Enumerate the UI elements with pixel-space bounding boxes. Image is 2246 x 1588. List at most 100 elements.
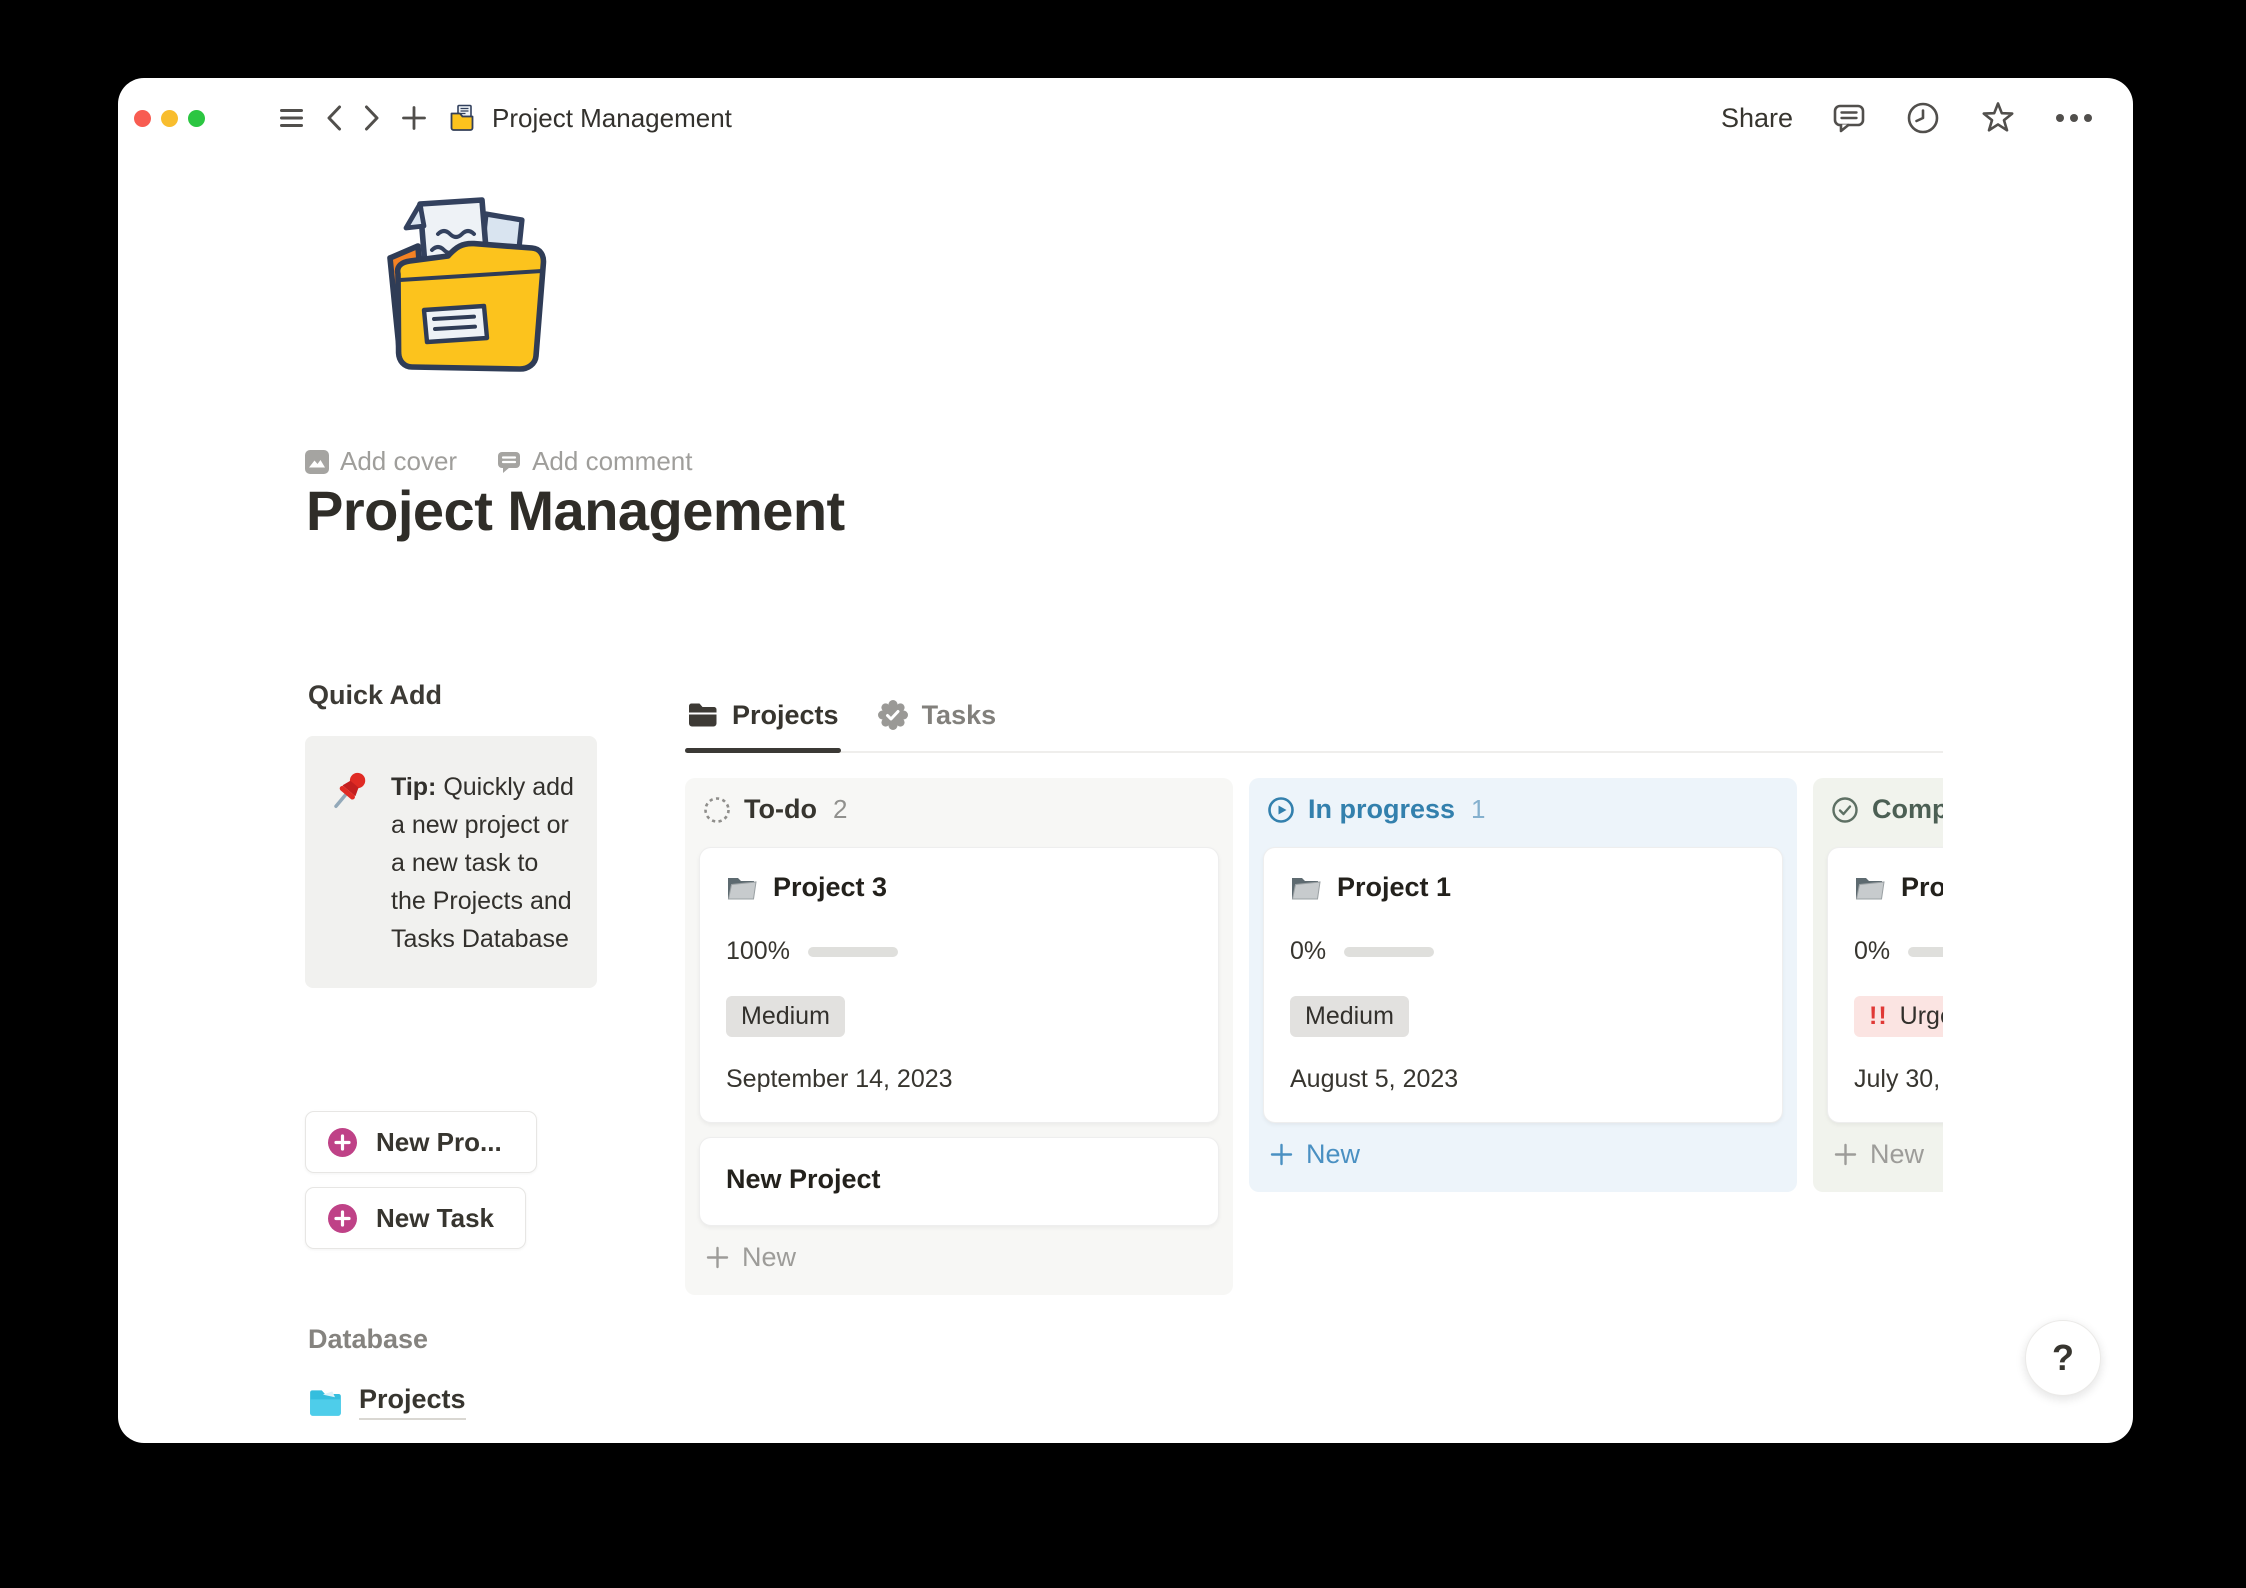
titlebar-actions: Share	[1721, 100, 2133, 136]
progress-label: 0%	[1854, 937, 1891, 965]
pushpin-icon	[329, 768, 375, 814]
add-comment-label: Add comment	[532, 446, 693, 476]
page-folder-icon	[448, 103, 478, 133]
priority-badge-urgent[interactable]: !! Urgen	[1854, 996, 1943, 1037]
card-project-3[interactable]: Project 3 100% Medium September 14, 2023	[699, 847, 1219, 1123]
plus-circle-icon	[328, 1203, 357, 1233]
app-window: Project Management Share Add cover Add c…	[118, 78, 2133, 1443]
card-new-project[interactable]: New Project	[699, 1137, 1219, 1226]
column-header-in-progress[interactable]: In progress 1	[1267, 794, 1779, 825]
column-count: 1	[1471, 794, 1486, 824]
add-card-button-completed[interactable]: New	[1833, 1139, 1943, 1170]
back-icon[interactable]	[326, 105, 342, 131]
more-icon[interactable]	[2055, 113, 2093, 123]
column-title: Compl	[1872, 794, 1943, 824]
hamburger-icon[interactable]	[279, 107, 304, 129]
forward-icon[interactable]	[364, 105, 380, 131]
gray-folder-icon	[1855, 877, 1885, 899]
tip-bold: Tip:	[391, 773, 437, 801]
card-date: July 30, 2	[1854, 1065, 1943, 1093]
progress-row: 0%	[1290, 937, 1756, 966]
traffic-lights	[134, 109, 205, 127]
board-column-in-progress: In progress 1 Project 1 0% Medium August…	[1249, 778, 1797, 1192]
card-project-1[interactable]: Project 1 0% Medium August 5, 2023	[1263, 847, 1783, 1123]
column-header-completed[interactable]: Compl	[1831, 794, 1943, 825]
tip-text: Tip: Quickly add a new project or a new …	[391, 768, 579, 958]
priority-badge[interactable]: Medium	[726, 996, 845, 1037]
close-window-button[interactable]	[134, 109, 151, 127]
progress-label: 0%	[1290, 937, 1327, 965]
tab-projects[interactable]: Projects	[685, 693, 841, 753]
image-icon	[305, 449, 329, 474]
plus-circle-icon	[328, 1127, 357, 1157]
clock-icon[interactable]	[1905, 100, 1941, 136]
plus-icon	[706, 1246, 729, 1269]
board-column-completed: Compl Proje 0% !!	[1813, 778, 1943, 1192]
progress-row: 100%	[726, 937, 1192, 966]
comment-icon	[498, 451, 521, 473]
column-title: In progress	[1308, 794, 1456, 824]
page-actions: Add cover Add comment	[305, 446, 692, 477]
zoom-window-button[interactable]	[188, 109, 205, 127]
tab-tasks[interactable]: Tasks	[875, 693, 999, 751]
priority-label: Urgen	[1899, 1002, 1943, 1030]
tab-projects-label: Projects	[732, 699, 839, 730]
page-title[interactable]: Project Management	[306, 478, 845, 543]
add-card-button-in-progress[interactable]: New	[1269, 1139, 1779, 1170]
progress-row: 0%	[1854, 937, 1943, 966]
column-count: 2	[832, 794, 848, 824]
card-title-label: Proje	[1901, 872, 1943, 902]
new-tab-icon[interactable]	[402, 106, 426, 130]
new-task-button-label: New Task	[376, 1202, 495, 1233]
card-date: September 14, 2023	[726, 1065, 953, 1093]
comment-icon[interactable]	[1831, 100, 1867, 136]
new-project-button-label: New Pro...	[376, 1126, 502, 1157]
titlebar: Project Management Share	[118, 78, 2133, 158]
progress-bar	[807, 946, 898, 957]
quick-add-heading: Quick Add	[308, 680, 443, 710]
card-title-label: Project 1	[1337, 872, 1452, 902]
add-card-button-todo[interactable]: New	[705, 1242, 1215, 1273]
progress-bar	[1344, 946, 1435, 957]
badge-check-icon	[877, 700, 908, 730]
progress-bar	[1908, 946, 1943, 957]
blue-folder-icon	[310, 1390, 341, 1416]
priority-badge[interactable]: Medium	[1290, 996, 1409, 1037]
help-button[interactable]: ?	[2025, 1320, 2101, 1396]
new-project-button[interactable]: New Pro...	[305, 1111, 537, 1173]
gray-folder-icon	[727, 877, 757, 899]
folder-documents-icon[interactable]	[358, 186, 568, 386]
card-title-label: Project 3	[773, 872, 888, 902]
desktop-background: Project Management Share Add cover Add c…	[0, 0, 2246, 1588]
add-card-label: New	[742, 1242, 797, 1272]
share-button[interactable]: Share	[1721, 103, 1793, 134]
column-title: To-do	[744, 794, 817, 824]
add-cover-button[interactable]: Add cover	[305, 446, 457, 477]
database-projects-link[interactable]: Projects	[308, 1384, 466, 1420]
star-icon[interactable]	[1979, 100, 2017, 136]
add-comment-button[interactable]: Add comment	[497, 446, 692, 477]
database-projects-label: Projects	[359, 1384, 466, 1420]
plus-icon	[1834, 1143, 1857, 1166]
folder-tab-icon	[689, 703, 717, 727]
check-circle-icon	[1832, 796, 1858, 823]
database-heading: Database	[308, 1324, 429, 1354]
card-project-clipped[interactable]: Proje 0% !! Urgen July 30, 2	[1827, 847, 1943, 1123]
card-title-label: New Project	[726, 1164, 881, 1194]
dashed-circle-icon	[704, 796, 730, 823]
kanban-board: To-do 2 Project 3 100% Medium September …	[685, 778, 1943, 1295]
tip-callout: Tip: Quickly add a new project or a new …	[305, 736, 597, 988]
double-exclamation-icon: !!	[1869, 1002, 1888, 1030]
progress-label: 100%	[726, 937, 790, 965]
view-tabs: Projects Tasks	[685, 693, 1943, 753]
board-column-todo: To-do 2 Project 3 100% Medium September …	[685, 778, 1233, 1295]
play-circle-icon	[1268, 796, 1294, 823]
new-task-button[interactable]: New Task	[305, 1187, 526, 1249]
column-header-todo[interactable]: To-do 2	[703, 794, 1215, 825]
tab-tasks-label: Tasks	[921, 699, 997, 730]
titlebar-title: Project Management	[492, 102, 732, 133]
gray-folder-icon	[1291, 877, 1321, 899]
add-card-label: New	[1306, 1139, 1361, 1169]
add-card-label: New	[1870, 1139, 1925, 1169]
minimize-window-button[interactable]	[161, 109, 178, 127]
